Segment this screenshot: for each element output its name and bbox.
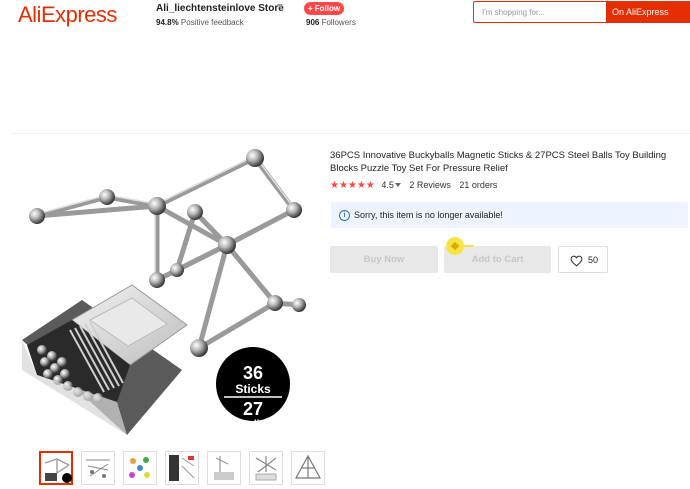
product-main-image[interactable]: 36 Sticks 27 Balls [12,140,317,440]
info-icon: i [339,210,350,221]
feedback-label: Positive feedback [180,18,244,27]
badge-top-number: 36 [243,363,263,383]
follow-button[interactable]: + Follow [304,2,344,15]
store-dropdown-icon[interactable] [277,4,283,8]
notice-text: Sorry, this item is no longer available! [354,210,503,220]
thumbnail-5[interactable] [207,451,241,485]
thumbnail-3[interactable] [123,451,157,485]
badge-bottom-label: Balls [241,419,265,430]
top-header: AliExpress Ali_liechtensteinlove Store 9… [0,0,690,34]
search-button[interactable]: On AliExpress [606,1,690,23]
thumbnail-1[interactable] [39,451,73,485]
store-feedback: 94.8% Positive feedback [156,18,244,27]
badge-bottom-number: 27 [243,399,263,419]
followers-count: 906 [306,18,320,27]
followers-label: Followers [321,18,356,27]
thumbnail-4[interactable] [165,451,199,485]
buy-now-button[interactable]: Buy Now [330,246,438,273]
rating-stars: ★★★★★ [330,180,375,191]
thumbnail-2[interactable] [81,451,115,485]
badge-top-label: Sticks [235,382,271,396]
thumbnail-6[interactable] [249,451,283,485]
rating-row: ★★★★★ 4.5 2 Reviews 21 orders [330,180,497,191]
feedback-percent: 94.8% [156,18,179,27]
unavailable-notice: i Sorry, this item is no longer availabl… [331,202,688,228]
aliexpress-logo[interactable]: AliExpress [18,2,117,28]
search-input[interactable]: I'm shopping for... [473,1,607,23]
cursor-trail [464,245,474,247]
product-title: 36PCS Innovative Buckyballs Magnetic Sti… [330,150,667,174]
heart-icon [570,255,583,267]
rating-value: 4.5 [381,180,394,190]
store-followers: 906 Followers [306,18,356,27]
wishlist-count: 50 [588,255,599,265]
thumbnail-7[interactable] [291,451,325,485]
image-badge: 36 Sticks 27 Balls [216,347,290,430]
cursor-highlight-icon [446,237,464,255]
store-name[interactable]: Ali_liechtensteinlove Store [156,3,284,14]
wishlist-button[interactable]: 50 [558,246,608,273]
orders-count: 21 orders [459,180,498,190]
rating-dropdown-icon[interactable] [394,183,401,188]
reviews-link[interactable]: 2 Reviews [409,180,451,190]
section-divider [10,133,690,134]
